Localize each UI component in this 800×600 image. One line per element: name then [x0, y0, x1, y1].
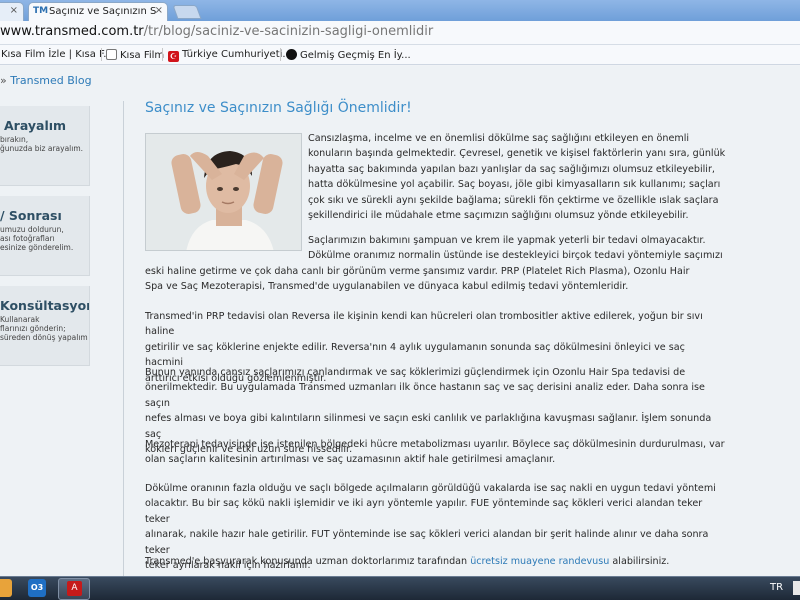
- article-paragraph-care-long: eski haline getirme ve çok daha canlı bi…: [145, 264, 725, 295]
- article-paragraph-cta: Transmed'e başvurarak konusunda uzman do…: [145, 554, 725, 569]
- sidebar-box-text: esinize gönderelim.: [0, 243, 74, 252]
- sidebar-box-text: süreden dönüş yapalım: [0, 333, 88, 342]
- film-icon: [106, 49, 117, 60]
- sidebar-box-text: ası fotoğrafları: [0, 234, 55, 243]
- bookmark-separator: [162, 48, 163, 61]
- paragraph-line: hayatta saç bakımında yapılan bazı yanlı…: [308, 163, 715, 175]
- cta-text: alabilirsiniz.: [609, 556, 670, 567]
- bookmark-label: Kısa Film İzle | Kısa F...: [1, 49, 113, 60]
- sidebar-box-title: Arayalım: [4, 118, 67, 133]
- close-tab-icon[interactable]: ×: [10, 5, 18, 16]
- bookmark-kisa-film-izle[interactable]: Kısa Film İzle | Kısa F...: [1, 49, 113, 60]
- paragraph-line: Cansızlaşma, incelme ve en önemlisi dökü…: [308, 133, 690, 144]
- tab-title: Saçınız ve Saçınızın Sağlığı Ö: [49, 6, 157, 17]
- article-paragraph-mesotherapy: Mezoterapi tedavisinde ise istenilen böl…: [145, 437, 725, 468]
- windows-taskbar: O3 A TR: [0, 576, 800, 600]
- sidebar-box-text: Kullanarak: [0, 315, 40, 324]
- acrobat-taskbar-button[interactable]: A: [58, 578, 90, 600]
- bookmark-turkiye-cumhuriyeti[interactable]: ☪ Türkiye Cumhuriyeti...: [168, 49, 292, 62]
- article-header: Saçınız ve Saçınızın Sağlığı Önemlidir!: [145, 100, 715, 116]
- bookmark-label: Türkiye Cumhuriyeti...: [182, 49, 292, 60]
- browser-tab-strip: × TM Saçınız ve Saçınızın Sağlığı Ö ×: [0, 0, 800, 21]
- article-paragraph-care-short: Saçlarımızın bakımını şampuan ve krem il…: [308, 233, 728, 264]
- outlook-icon[interactable]: O3: [28, 579, 46, 597]
- paragraph-line: hatta dökülmesine yol açabilir. Saç boya…: [308, 179, 721, 191]
- paragraph-line: Bunun yanında cansız saçlarımızı canland…: [145, 367, 686, 378]
- bookmark-kisa-film[interactable]: Kısa Film: [106, 49, 164, 61]
- bookmark-label: Kısa Film: [120, 50, 165, 61]
- url-host: www.transmed.com.tr: [0, 24, 144, 39]
- paragraph-line: Saçlarımızın bakımını şampuan ve krem il…: [308, 235, 706, 246]
- paragraph-line: olacaktır. Bu bir saç kökü nakli işlemid…: [145, 498, 703, 525]
- bookmark-label: Gelmiş Geçmiş En İy...: [300, 50, 411, 61]
- sidebar-box-call[interactable]: Arayalım bırakın, ğunuzda biz arayalım.: [0, 106, 90, 186]
- cta-text: Transmed'e başvurarak konusunda uzman do…: [145, 556, 471, 567]
- close-tab-icon[interactable]: ×: [155, 5, 163, 16]
- bookmarks-bar: Kısa Film İzle | Kısa F... Kısa Film ☪ Tü…: [0, 45, 800, 65]
- new-tab-button[interactable]: [172, 5, 202, 19]
- bookmark-separator: [280, 48, 281, 61]
- url-path: /tr/blog/saciniz-ve-sacinizin-sagligi-on…: [143, 24, 434, 39]
- man-touching-hair-illustration: [146, 134, 301, 250]
- paragraph-line: Dökülme oranının fazla olduğu ve saçlı b…: [145, 483, 716, 494]
- sidebar-box-text: ğunuzda biz arayalım.: [0, 144, 84, 153]
- url-text[interactable]: www.transmed.com.tr/tr/blog/saciniz-ve-s…: [0, 24, 433, 39]
- breadcrumb: » Transmed Blog: [0, 74, 92, 87]
- sidebar-box-title: Konsültasyon: [0, 298, 90, 313]
- sidebar-box-before-after[interactable]: / Sonrası umuzu doldurun, ası fotoğrafla…: [0, 196, 90, 276]
- article-title: Saçınız ve Saçınızın Sağlığı Önemlidir!: [145, 100, 412, 116]
- globe-icon: [286, 49, 297, 60]
- language-indicator[interactable]: TR: [770, 582, 783, 593]
- transmed-favicon-icon: TM: [33, 6, 49, 16]
- sidebar-box-text: bırakın,: [0, 135, 29, 144]
- content-divider: [123, 101, 124, 581]
- paragraph-line: Mezoterapi tedavisinde ise istenilen böl…: [145, 439, 725, 450]
- web-page: » Transmed Blog Arayalım bırakın, ğunuzd…: [0, 66, 800, 581]
- breadcrumb-link-blog[interactable]: Transmed Blog: [10, 74, 91, 87]
- browser-tab-active[interactable]: TM Saçınız ve Saçınızın Sağlığı Ö ×: [28, 2, 168, 21]
- bookmark-separator: [101, 48, 102, 61]
- flag-icon: ☪: [168, 51, 179, 62]
- paragraph-line: şekillendirici ile müdahale etme saçımız…: [308, 210, 689, 222]
- sidebar-box-text: umuzu doldurun,: [0, 225, 64, 234]
- action-center-flag-icon[interactable]: [793, 581, 800, 595]
- paragraph-line: Transmed'in PRP tedavisi olan Reversa il…: [145, 311, 703, 338]
- article-paragraph-intro: Cansızlaşma, incelme ve en önemlisi dökü…: [308, 131, 728, 223]
- paragraph-line: eski haline getirme ve çok daha canlı bi…: [145, 266, 690, 277]
- sidebar-box-text: flarınızı gönderin;: [0, 324, 66, 333]
- free-appointment-link[interactable]: ücretsiz muayene randevusu: [470, 556, 609, 567]
- sidebar-box-consultation[interactable]: Konsültasyon Kullanarak flarınızı gönder…: [0, 286, 90, 366]
- browser-tab-previous[interactable]: ×: [0, 2, 24, 21]
- bookmark-gelmis-gecmis[interactable]: Gelmiş Geçmiş En İy...: [286, 49, 411, 61]
- media-player-icon[interactable]: [0, 579, 12, 597]
- breadcrumb-separator: »: [0, 74, 7, 87]
- sidebar-box-title: / Sonrası: [0, 208, 62, 223]
- paragraph-line: konuların başında gelmektedir. Çevresel,…: [308, 148, 726, 160]
- address-bar[interactable]: www.transmed.com.tr/tr/blog/saciniz-ve-s…: [0, 21, 800, 45]
- paragraph-line: çok sıkı ve sürekli aynı şekilde bağlama…: [308, 194, 719, 206]
- paragraph-line: olan saçların kalitesinin artırılması ve…: [145, 454, 556, 466]
- article-image: [145, 133, 302, 251]
- paragraph-line: Dökülme oranımız normalin üstünde ise de…: [308, 250, 723, 262]
- acrobat-icon: A: [67, 581, 82, 596]
- paragraph-line: Spa ve Saç Mezoterapisi, Transmed'de uyg…: [145, 281, 629, 293]
- paragraph-line: önerilmektedir. Bu uygulamada Transmed u…: [145, 382, 705, 409]
